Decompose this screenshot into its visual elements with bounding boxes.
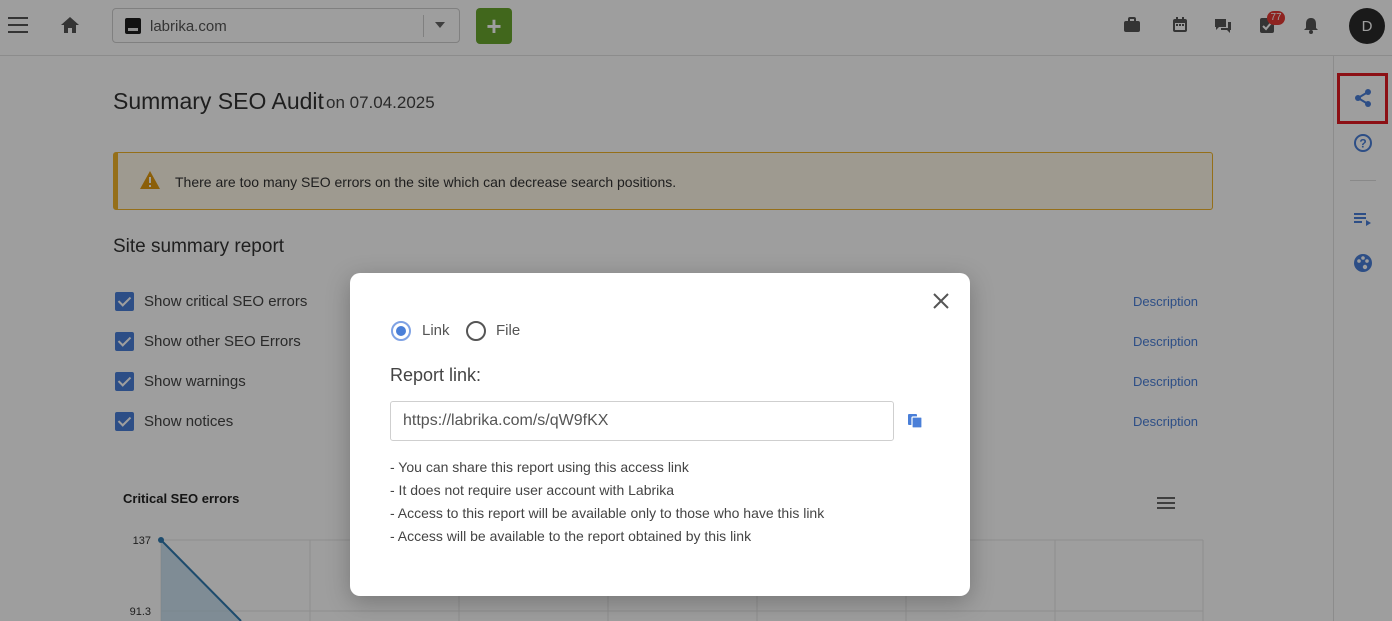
copy-icon[interactable] xyxy=(907,413,923,429)
note-line: - Access will be available to the report… xyxy=(390,528,752,544)
radio-link-label: Link xyxy=(422,322,450,339)
report-link-input[interactable] xyxy=(390,401,894,441)
note-line: - Access to this report will be availabl… xyxy=(390,505,825,521)
report-link-label: Report link: xyxy=(390,365,482,385)
radio-link[interactable] xyxy=(391,321,411,341)
share-report-modal: Link File Report link: - You can share t… xyxy=(350,273,970,596)
radio-file[interactable] xyxy=(466,321,486,341)
note-line: - You can share this report using this a… xyxy=(390,459,689,475)
radio-file-label: File xyxy=(496,322,521,339)
close-icon[interactable] xyxy=(931,291,951,311)
note-line: - It does not require user account with … xyxy=(390,482,675,498)
